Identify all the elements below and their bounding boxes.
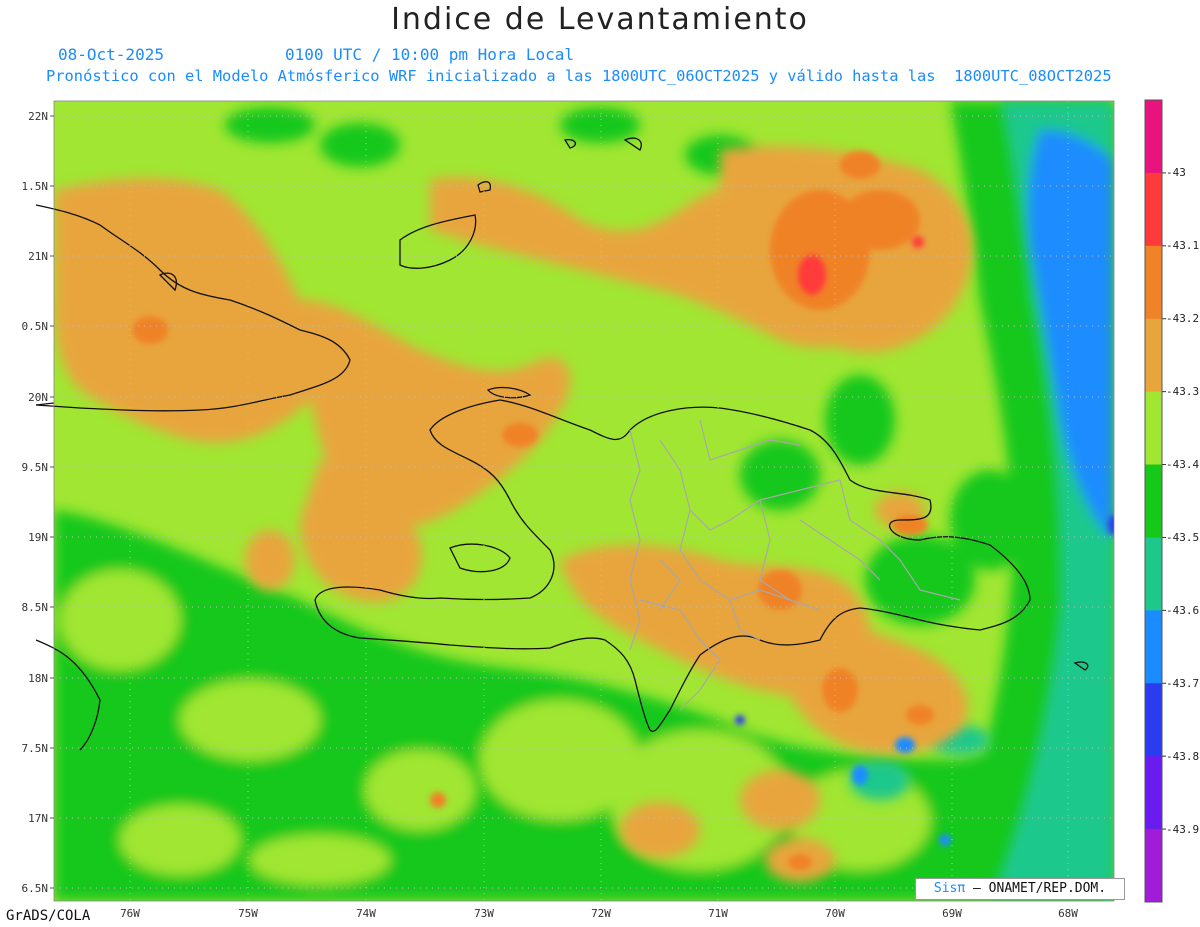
colorbar-label: -43.7 xyxy=(1166,677,1199,690)
colorbar-segment xyxy=(1145,172,1162,247)
lifted-index-field xyxy=(54,101,1114,901)
colorbar-label: -43.3 xyxy=(1166,385,1199,398)
lon-label: 68W xyxy=(1058,907,1078,920)
lon-label: 72W xyxy=(591,907,611,920)
grads-credit: GrADS/COLA xyxy=(6,908,91,924)
lat-label: 1.5N xyxy=(22,180,49,193)
colorbar-label: -43.1 xyxy=(1166,239,1199,252)
colorbar-label: -43.6 xyxy=(1166,604,1199,617)
lat-label: 18N xyxy=(28,672,48,685)
onamet-badge: Sisπ – ONAMET/REP.DOM. xyxy=(915,878,1125,900)
colorbar-segment xyxy=(1145,391,1162,466)
colorbar-segment xyxy=(1145,537,1162,611)
lat-label: 8.5N xyxy=(22,601,49,614)
lon-label: 74W xyxy=(356,907,376,920)
colorbar-label: -43.4 xyxy=(1166,458,1199,471)
colorbar-label: -43.2 xyxy=(1166,312,1199,325)
lat-label: 0.5N xyxy=(22,320,49,333)
colorbar-segment xyxy=(1145,756,1162,830)
latitude-labels: 22N 1.5N 21N 0.5N 20N 9.5N 19N 8.5N 18N … xyxy=(22,110,49,895)
colorbar-segment xyxy=(1145,318,1162,393)
lat-label: 6.5N xyxy=(22,882,49,895)
lon-label: 75W xyxy=(238,907,258,920)
colorbar-segment xyxy=(1145,245,1162,320)
lat-label: 19N xyxy=(28,531,48,544)
forecast-map: 22N 1.5N 21N 0.5N 20N 9.5N 19N 8.5N 18N … xyxy=(22,99,1199,920)
lat-label: 20N xyxy=(28,391,48,404)
colorbar xyxy=(1144,99,1166,903)
lat-label: 7.5N xyxy=(22,742,49,755)
colorbar-label: -43.5 xyxy=(1166,531,1199,544)
colorbar-segment xyxy=(1145,829,1162,903)
colorbar-segment xyxy=(1145,683,1162,757)
lat-label: 17N xyxy=(28,812,48,825)
lon-label: 71W xyxy=(708,907,728,920)
colorbar-label: -43.8 xyxy=(1166,750,1199,763)
lat-label: 21N xyxy=(28,250,48,263)
colorbar-label: -43 xyxy=(1166,166,1186,179)
colorbar-labels: -43 -43.1 -43.2 -43.3 -43.4 -43.5 -43.6 … xyxy=(1166,166,1199,836)
lon-label: 73W xyxy=(474,907,494,920)
colorbar-segment xyxy=(1145,464,1162,538)
lon-label: 69W xyxy=(942,907,962,920)
lon-label: 70W xyxy=(825,907,845,920)
sisn-logo: Sisπ xyxy=(933,881,966,896)
longitude-labels: 76W 75W 74W 73W 72W 71W 70W 69W 68W xyxy=(120,907,1078,920)
lon-label: 76W xyxy=(120,907,140,920)
lat-label: 22N xyxy=(28,110,48,123)
colorbar-segment xyxy=(1145,610,1162,684)
badge-text: – ONAMET/REP.DOM. xyxy=(973,881,1107,896)
colorbar-segment xyxy=(1145,100,1162,174)
colorbar-label: -43.9 xyxy=(1166,823,1199,836)
lat-label: 9.5N xyxy=(22,461,49,474)
